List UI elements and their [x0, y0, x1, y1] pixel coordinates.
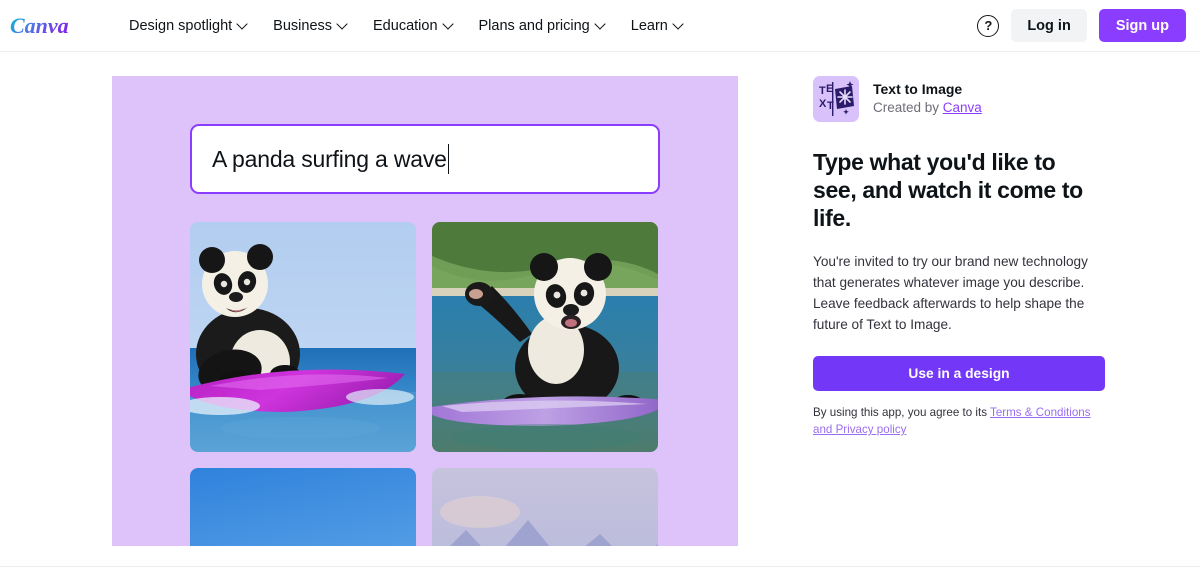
chevron-down-icon: [338, 20, 347, 29]
footer-divider: [0, 566, 1200, 567]
panel-headline: Type what you'd like to see, and watch i…: [813, 148, 1095, 232]
canva-logo[interactable]: Canva: [10, 11, 82, 41]
created-by-prefix: Created by: [873, 100, 943, 115]
svg-text:T: T: [819, 85, 826, 97]
chevron-down-icon: [596, 20, 605, 29]
prompt-input[interactable]: A panda surfing a wave: [190, 124, 660, 194]
panel-description: You're invited to try our brand new tech…: [813, 251, 1103, 335]
log-in-button[interactable]: Log in: [1011, 9, 1087, 42]
use-in-a-design-button[interactable]: Use in a design: [813, 356, 1105, 391]
prompt-input-value: A panda surfing a wave: [212, 146, 447, 173]
site-header: Canva Design spotlight Business Educatio…: [0, 0, 1200, 52]
nav-label: Plans and pricing: [479, 18, 590, 34]
help-glyph: ?: [984, 19, 992, 32]
svg-text:X: X: [819, 98, 827, 110]
panda-surfing-illustration-3: [190, 468, 416, 546]
panda-surfing-illustration-2: [432, 222, 658, 452]
text-cursor: [448, 144, 450, 174]
canva-author-link[interactable]: Canva: [943, 100, 982, 115]
panda-surfing-illustration-1: [190, 222, 416, 452]
svg-text:Canva: Canva: [10, 13, 69, 38]
app-meta: Text to Image Created by Canva: [873, 80, 982, 117]
canva-logo-wordmark: Canva: [10, 12, 82, 40]
panda-surfing-illustration-4: [432, 468, 658, 546]
generated-image-4[interactable]: [432, 468, 658, 546]
app-workspace-canvas: A panda surfing a wave: [112, 76, 738, 546]
prompt-input-wrapper: A panda surfing a wave: [190, 124, 660, 194]
text-to-image-icon-art: T E X T: [813, 76, 859, 122]
nav-label: Learn: [631, 18, 668, 34]
nav-item-plans-and-pricing[interactable]: Plans and pricing: [466, 12, 618, 40]
chevron-down-icon: [674, 20, 683, 29]
main-navigation: Design spotlight Business Education Plan…: [116, 12, 696, 40]
app-header: T E X T Text to Image Created by Canva: [813, 76, 1105, 122]
app-title: Text to Image: [873, 80, 982, 99]
nav-item-education[interactable]: Education: [360, 12, 466, 40]
nav-label: Design spotlight: [129, 18, 232, 34]
app-author: Created by Canva: [873, 99, 982, 117]
nav-item-design-spotlight[interactable]: Design spotlight: [116, 12, 260, 40]
legal-notice: By using this app, you agree to its Term…: [813, 405, 1103, 439]
nav-item-learn[interactable]: Learn: [618, 12, 696, 40]
generated-images-grid: [190, 222, 660, 546]
chevron-down-icon: [444, 20, 453, 29]
app-info-panel: T E X T Text to Image Created by Canva: [813, 76, 1105, 439]
generated-image-1[interactable]: [190, 222, 416, 452]
legal-prefix: By using this app, you agree to its: [813, 406, 990, 419]
sign-up-button[interactable]: Sign up: [1099, 9, 1186, 42]
nav-item-business[interactable]: Business: [260, 12, 360, 40]
question-mark-circle-icon[interactable]: ?: [977, 15, 999, 37]
header-actions: ? Log in Sign up: [977, 9, 1186, 42]
nav-label: Education: [373, 18, 438, 34]
generated-image-3[interactable]: [190, 468, 416, 546]
nav-label: Business: [273, 18, 332, 34]
chevron-down-icon: [238, 20, 247, 29]
text-to-image-app-icon: T E X T: [813, 76, 859, 122]
generated-image-2[interactable]: [432, 222, 658, 452]
